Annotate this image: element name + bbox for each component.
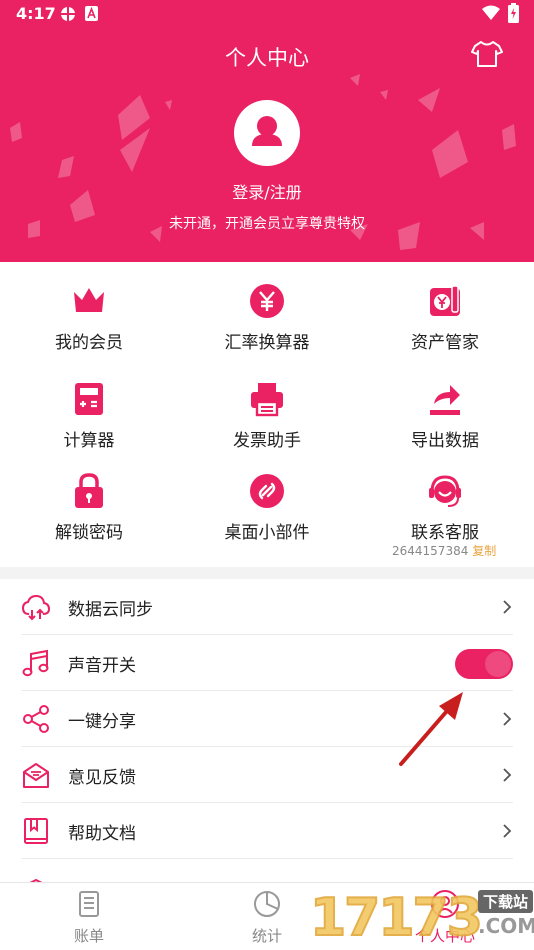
chevron-right-icon [503,768,512,782]
wallet-icon [430,285,460,316]
notification-app-icon [61,7,75,21]
grid-item-widget[interactable]: 桌面小部件 [178,472,356,543]
music-note-icon [22,649,49,677]
settings-row-partial [0,859,534,882]
grid-label: 资产管家 [411,333,479,353]
status-bar: 4:17 [0,0,534,28]
row-label: 一键分享 [68,712,136,732]
grid-label: 发票助手 [233,431,301,451]
share-icon [23,705,49,733]
tab-label: 统计 [251,927,282,945]
row-label: 声音开关 [68,656,136,676]
grid-item-member[interactable]: 我的会员 [0,282,178,353]
printer-icon [251,383,283,417]
annotation-arrow [399,692,463,766]
grid-label: 联系客服 [411,523,479,543]
pie-chart-icon [254,891,280,917]
settings-row-help[interactable]: 帮助文档 [0,803,534,859]
grid-item-calculator[interactable]: 计算器 [0,380,178,451]
feature-grid: 我的会员 汇率换算器 资产管家 计算器 发票助手 导出数据 解锁密码 桌面小部件… [0,262,534,565]
lock-icon [75,473,103,508]
cloud-sync-icon [21,594,51,621]
sound-toggle[interactable] [455,649,513,679]
crown-icon [74,288,104,312]
export-icon [430,385,460,415]
user-avatar-icon [252,116,282,146]
member-tip: 未开通，开通会员立享尊贵特权 [169,216,365,232]
watermark-badge: 下载站 [478,890,534,913]
profile-header: 4:17 个人中心 登录/注册 未开通，开通会员立享尊贵特权 [0,0,534,262]
tab-stats[interactable]: 统计 [227,889,307,946]
book-icon [24,818,48,844]
widget-link-icon [250,474,284,508]
grid-label: 汇率换算器 [224,333,310,353]
grid-label: 我的会员 [55,333,123,353]
yuan-coin-icon [250,284,284,318]
tab-bill[interactable]: 账单 [49,889,129,946]
wifi-icon [482,5,500,20]
tab-label: 账单 [73,927,104,945]
login-register-link[interactable]: 登录/注册 [0,179,534,203]
page-title: 个人中心 [225,46,309,70]
settings-row-sound: 声音开关 [0,635,534,691]
grid-label: 计算器 [63,431,115,451]
toggle-knob [485,651,511,677]
grid-item-exchange[interactable]: 汇率换算器 [178,282,356,353]
grid-item-unlock[interactable]: 解锁密码 [0,472,178,543]
tshirt-theme-icon[interactable] [471,40,503,68]
contact-number: 2644157384 [392,544,469,558]
feedback-mail-icon [23,763,49,788]
chevron-right-icon [503,712,512,726]
chevron-right-icon [503,824,512,838]
section-divider [0,567,534,579]
chevron-right-icon [503,600,512,614]
grid-item-export[interactable]: 导出数据 [356,380,534,451]
notification-a-icon [85,6,98,21]
battery-icon [508,3,519,23]
settings-row-cloud-sync[interactable]: 数据云同步 [0,579,534,635]
watermark-number: 17173 [309,887,484,949]
bill-icon [79,891,99,917]
grid-item-service[interactable]: 联系客服 [356,472,534,543]
avatar[interactable] [234,100,300,166]
contact-info: 2644157384 复制 [392,542,496,559]
grid-item-assets[interactable]: 资产管家 [356,282,534,353]
grid-label: 解锁密码 [55,523,123,543]
status-time: 4:17 [16,4,56,23]
headset-icon [429,475,461,507]
grid-label: 导出数据 [411,431,479,451]
watermark-suffix: .COM [478,914,534,938]
site-watermark: 17173 下载站 .COM [309,884,534,950]
partial-row-icon [29,878,43,882]
row-label: 意见反馈 [68,768,136,788]
copy-button[interactable]: 复制 [472,544,496,558]
calculator-icon [75,383,103,415]
grid-label: 桌面小部件 [224,523,310,543]
row-label: 帮助文档 [68,824,136,844]
grid-item-invoice[interactable]: 发票助手 [178,380,356,451]
row-label: 数据云同步 [68,600,153,620]
